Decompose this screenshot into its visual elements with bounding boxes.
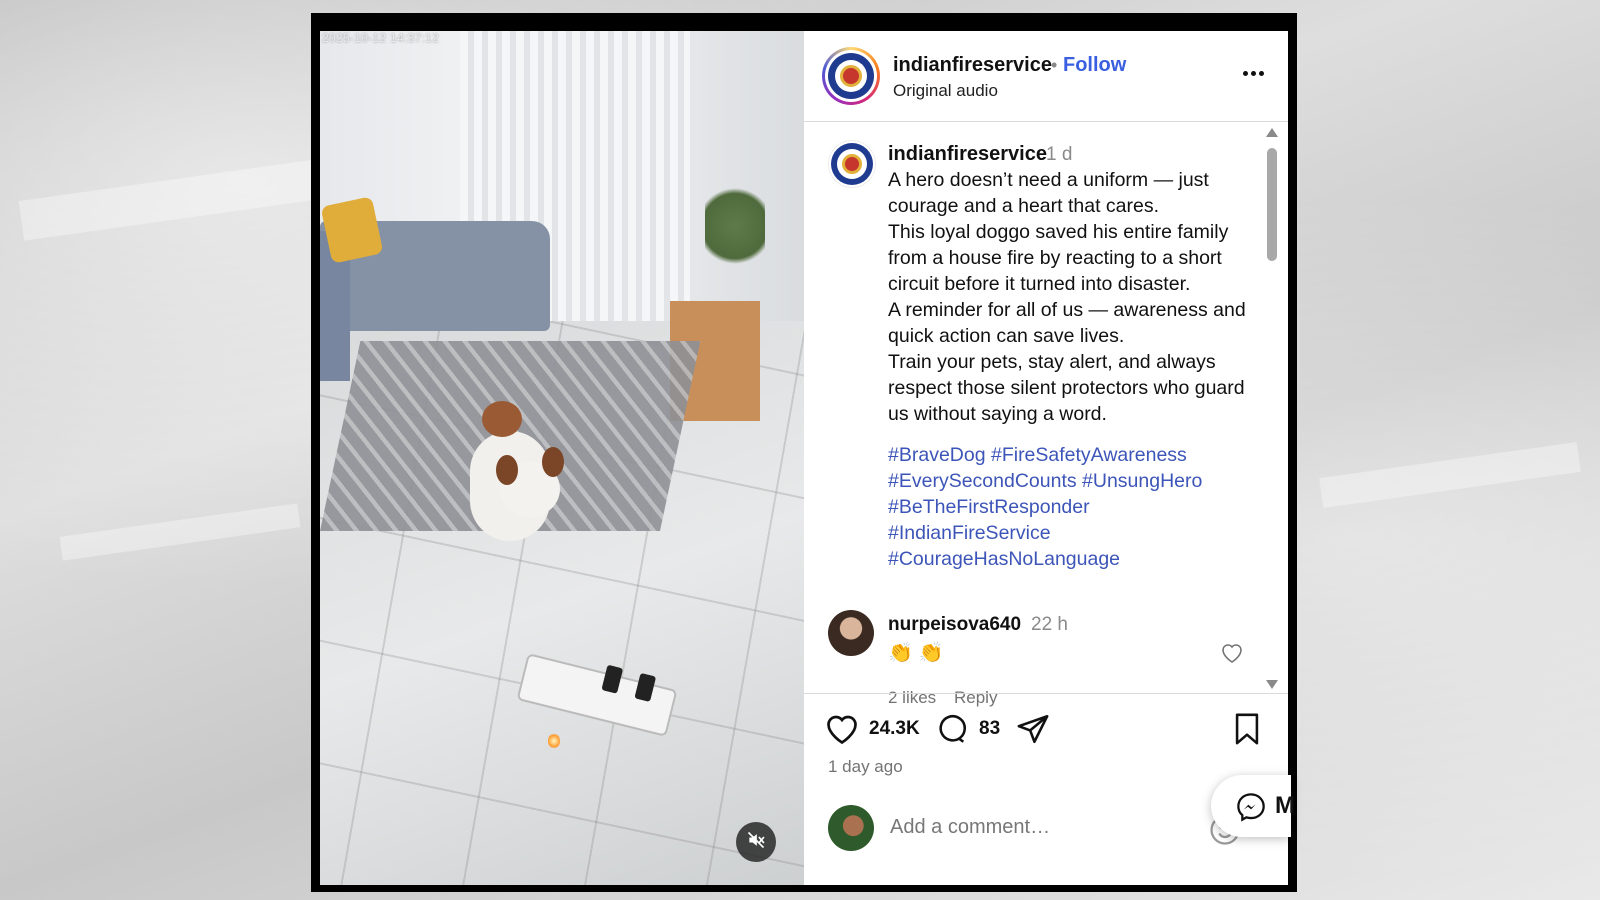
post-actions-bar: 24.3K 83 1 day ago [804, 693, 1288, 784]
scrollbar-thumb[interactable] [1267, 148, 1277, 261]
mute-button[interactable] [736, 822, 776, 862]
mute-icon [746, 830, 766, 855]
profile-avatar[interactable] [822, 47, 880, 105]
comment-time[interactable]: 22 h [1031, 614, 1068, 636]
hashtag-link[interactable]: #BraveDog #FireSafetyAwareness [888, 442, 1248, 468]
comment-like-heart-icon[interactable] [1220, 642, 1244, 669]
current-user-avatar [828, 805, 874, 851]
hashtag-link[interactable]: #CourageHasNoLanguage [888, 546, 1248, 572]
audio-label[interactable]: Original audio [893, 81, 998, 101]
fire-service-logo-icon [831, 143, 873, 185]
comment-text: 👏 👏 [888, 642, 944, 664]
post-video[interactable]: 2025-10-12 14:37:12 [320, 31, 804, 885]
share-icon[interactable] [1016, 712, 1050, 751]
video-timestamp: 2025-10-12 14:37:12 [322, 31, 440, 45]
hashtag-link[interactable]: #EverySecondCounts #UnsungHero [888, 468, 1248, 494]
hashtag-link[interactable]: #BeTheFirstResponder [888, 494, 1248, 520]
hashtags: #BraveDog #FireSafetyAwareness #EverySec… [888, 442, 1248, 572]
post-caption: A hero doesn’t need a uniform — just cou… [888, 167, 1248, 427]
bookmark-icon[interactable] [1232, 712, 1262, 751]
post-date[interactable]: 1 day ago [828, 757, 903, 777]
more-options-icon[interactable] [1238, 61, 1268, 85]
caption-avatar[interactable] [828, 140, 876, 188]
scroll-down-arrow-icon[interactable] [1266, 680, 1278, 689]
video-spark [548, 733, 560, 749]
caption-username[interactable]: indianfireservice [888, 143, 1047, 166]
comment-username[interactable]: nurpeisova640 [888, 614, 1021, 636]
caption-time[interactable]: 1 d [1046, 144, 1072, 166]
messages-label: M [1275, 792, 1295, 819]
caption-line: This loyal doggo saved his entire family… [888, 221, 1229, 295]
messages-button[interactable]: M [1211, 775, 1295, 837]
header-separator: • [1051, 55, 1058, 75]
follow-button[interactable]: Follow [1063, 54, 1126, 77]
comments-scroll-area[interactable]: indianfireservice 1 d A hero doesn’t nee… [804, 122, 1288, 722]
likes-count[interactable]: 24.3K [869, 718, 920, 740]
comment-input[interactable] [888, 815, 1192, 840]
caption-line: A reminder for all of us — awareness and… [888, 299, 1246, 347]
messenger-icon [1235, 791, 1267, 828]
fire-service-logo-icon [828, 53, 874, 99]
comment-icon[interactable] [934, 712, 970, 751]
commenter-avatar[interactable] [828, 610, 874, 656]
video-dog [460, 401, 570, 561]
post-header: indianfireservice • Follow Original audi… [804, 31, 1288, 122]
video-plant [705, 181, 765, 271]
caption-line: A hero doesn’t need a uniform — just cou… [888, 169, 1209, 217]
post-side-panel: indianfireservice • Follow Original audi… [804, 31, 1288, 885]
scroll-up-arrow-icon[interactable] [1266, 128, 1278, 137]
header-username[interactable]: indianfireservice [893, 54, 1052, 77]
hashtag-link[interactable]: #IndianFireService [888, 520, 1248, 546]
heart-icon[interactable] [824, 712, 860, 751]
comments-count[interactable]: 83 [979, 718, 1000, 740]
caption-line: Train your pets, stay alert, and always … [888, 351, 1245, 425]
